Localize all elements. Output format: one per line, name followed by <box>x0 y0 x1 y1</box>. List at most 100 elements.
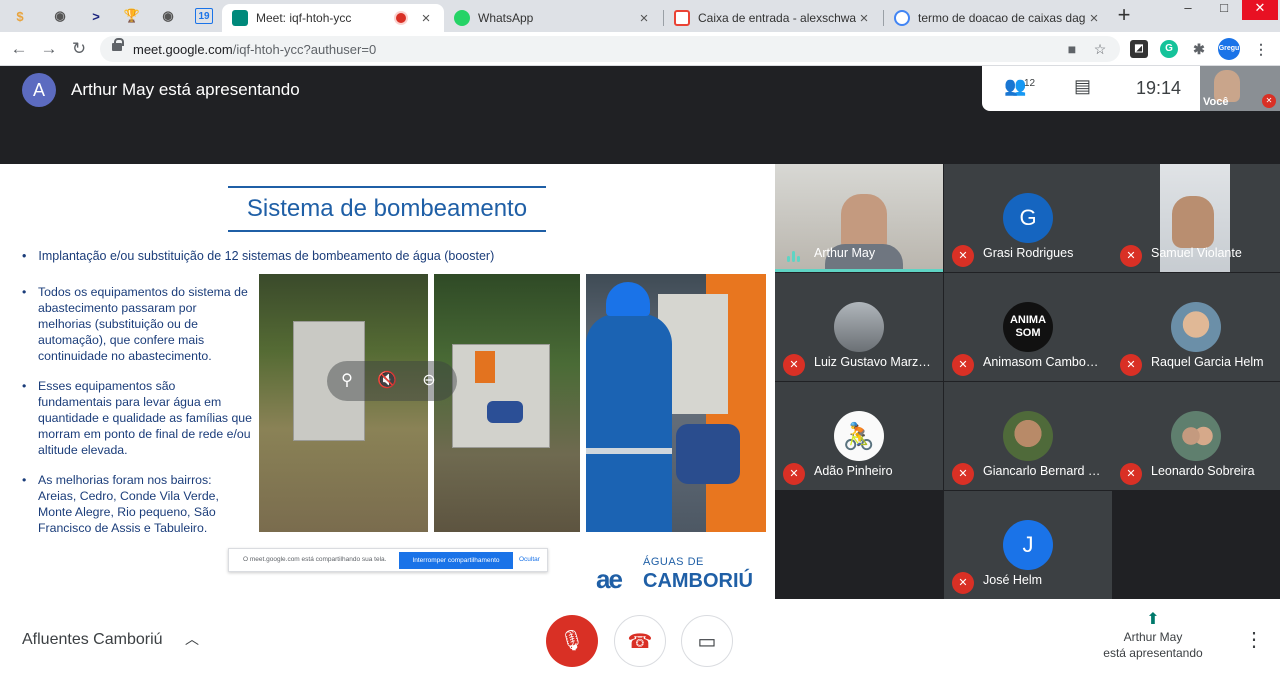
recording-indicator-icon <box>396 13 406 23</box>
camera-icon: ▭ <box>697 631 717 653</box>
participant-name: José Helm <box>983 573 1043 587</box>
participant-name: Giancarlo Bernard … <box>983 464 1101 478</box>
participant-avatar: J <box>1003 520 1053 570</box>
self-view[interactable]: Você ✕ <box>1200 66 1280 111</box>
minimize-button[interactable]: – <box>1170 0 1206 20</box>
bookmark-star-icon[interactable]: ☆ <box>1090 39 1110 59</box>
extensions-puzzle-icon[interactable]: ✱ <box>1190 40 1208 58</box>
close-icon[interactable]: × <box>1086 10 1102 27</box>
tab-gmail[interactable]: Caixa de entrada - alexschwabe × <box>664 4 882 32</box>
present-screen-icon: ⬆ <box>1146 611 1160 628</box>
more-options-icon[interactable]: ⋮ <box>1244 627 1264 652</box>
mic-off-icon: ✕ <box>1120 463 1142 485</box>
participant-tile[interactable]: ✕ Leonardo Sobreira <box>1112 382 1280 490</box>
leave-call-button[interactable]: ☎ <box>614 615 666 667</box>
participant-tile[interactable]: ✕ Luiz Gustavo Marz… <box>775 273 943 381</box>
lock-icon <box>112 38 124 51</box>
participant-grid: Arthur May G ✕ Grasi Rodrigues ✕ Samuel … <box>775 164 1280 599</box>
slide-lead-bullet: Implantação e/ou substituição de 12 sist… <box>22 249 494 263</box>
tab-title: Meet: iqf-htoh-ycc <box>256 11 352 25</box>
pinned-tab-calendar[interactable]: 19 <box>195 8 213 24</box>
mic-off-icon: ✕ <box>783 463 805 485</box>
participant-avatar: G <box>1003 193 1053 243</box>
pinned-tab-5[interactable]: ◉ <box>156 5 180 27</box>
gmail-icon <box>674 10 690 26</box>
self-label: Você <box>1203 96 1229 108</box>
participant-tile[interactable]: ANIMA SOM ✕ Animasom Cambo… <box>944 273 1112 381</box>
microphone-toggle-button[interactable]: 🎙 <box>546 615 598 667</box>
logo-mark: ae <box>596 564 623 594</box>
browser-menu-icon[interactable]: ⋮ <box>1252 40 1270 58</box>
grammarly-icon[interactable]: G <box>1160 40 1178 58</box>
pinned-tab-1[interactable]: $ <box>8 5 32 27</box>
participant-tile[interactable]: G ✕ Grasi Rodrigues <box>944 164 1112 272</box>
profile-avatar[interactable]: Gregu <box>1218 38 1240 60</box>
participant-tile[interactable]: ✕ Samuel Violante <box>1112 164 1280 272</box>
pinned-tab-4[interactable]: 🏆 <box>120 5 144 27</box>
participant-avatar <box>1003 411 1053 461</box>
hide-button[interactable]: Ocultar <box>519 556 540 563</box>
window-close-button[interactable]: ✕ <box>1242 0 1278 20</box>
presenter-avatar: A <box>22 73 56 107</box>
tab-meet[interactable]: Meet: iqf-htoh-ycc × <box>222 4 444 32</box>
participant-tile[interactable]: J ✕ José Helm <box>944 491 1112 599</box>
mute-audio-icon[interactable]: 🔇 <box>375 369 399 393</box>
mic-off-icon: ✕ <box>952 354 974 376</box>
pin-icon[interactable]: ⚲ <box>335 369 359 393</box>
slide-title: Sistema de bombeamento <box>228 186 546 232</box>
camera-in-use-icon[interactable]: ■ <box>1062 39 1082 59</box>
extension-icon[interactable]: ◩ <box>1130 40 1148 58</box>
reload-icon[interactable]: ↻ <box>68 38 90 60</box>
camera-toggle-button[interactable]: ▭ <box>681 615 733 667</box>
mic-off-icon: ✕ <box>783 354 805 376</box>
logo-name: CAMBORIÚ <box>643 570 753 592</box>
close-icon[interactable]: × <box>418 10 434 27</box>
participant-avatar <box>1171 302 1221 352</box>
speaking-indicator-icon <box>787 250 803 262</box>
mic-off-icon: ✕ <box>1120 245 1142 267</box>
meeting-name[interactable]: Afluentes Camboriú <box>22 631 163 649</box>
logo-subtitle: ÁGUAS DE <box>643 556 704 568</box>
hang-up-icon: ☎ <box>627 631 653 653</box>
participant-name: Leonardo Sobreira <box>1151 464 1255 478</box>
chat-icon[interactable]: ▤ <box>1074 76 1091 97</box>
participant-tile[interactable]: ✕ Giancarlo Bernard … <box>944 382 1112 490</box>
participant-avatar <box>834 302 884 352</box>
slide-bullet: As melhorias foram nos bairros: Areias, … <box>22 472 252 536</box>
mic-off-icon: 🎙 <box>559 630 585 652</box>
mic-off-icon: ✕ <box>952 245 974 267</box>
meeting-clock: 19:14 <box>1136 78 1182 98</box>
omnibox[interactable]: meet.google.com/iqf-htoh-ycc?authuser=0 … <box>100 36 1120 62</box>
participant-tile[interactable]: 🚴 ✕ Adão Pinheiro <box>775 382 943 490</box>
meeting-controls: Afluentes Camboriú ︿ 🎙 ☎ ▭ ⬆ Arthur May … <box>0 599 1280 682</box>
participant-tile[interactable]: ✕ Raquel Garcia Helm <box>1112 273 1280 381</box>
close-icon[interactable]: × <box>636 10 652 27</box>
participant-avatar: ANIMA SOM <box>1003 302 1053 352</box>
stop-sharing-button[interactable]: Interromper compartilhamento <box>399 552 513 569</box>
maximize-button[interactable]: □ <box>1206 0 1242 20</box>
present-now-button[interactable]: ⬆ Arthur May está apresentando <box>1096 609 1210 661</box>
slide-bullet: Esses equipamentos são fundamentais para… <box>22 378 252 458</box>
remove-icon[interactable]: ⊖ <box>417 369 441 393</box>
participant-name: Animasom Cambo… <box>983 355 1099 369</box>
forward-icon[interactable]: → <box>38 38 60 60</box>
tab-google-search[interactable]: termo de doacao de caixas dagua × <box>884 4 1112 32</box>
participant-tile[interactable]: Arthur May <box>775 164 943 272</box>
meeting-info-panel: 👥 12 ▤ 19:14 Você ✕ <box>982 66 1280 111</box>
whatsapp-icon <box>454 10 470 26</box>
close-icon[interactable]: × <box>856 10 872 27</box>
chevron-up-icon[interactable]: ︿ <box>185 629 199 649</box>
tab-title: Caixa de entrada - alexschwabe <box>698 11 856 25</box>
participant-name: Grasi Rodrigues <box>983 246 1074 260</box>
photo-cabinet-open <box>434 274 580 532</box>
photo-technician <box>586 274 766 532</box>
url-text[interactable]: meet.google.com/iqf-htoh-ycc?authuser=0 <box>133 42 376 57</box>
meet-header: A Arthur May está apresentando 👥 12 ▤ 19… <box>0 66 1280 164</box>
pinned-tab-2[interactable]: ◉ <box>48 5 72 27</box>
new-tab-button[interactable]: + <box>1114 4 1134 28</box>
presentation-hover-controls: ⚲ 🔇 ⊖ <box>327 361 457 401</box>
pinned-tab-3[interactable]: > <box>84 5 108 27</box>
participant-count: 12 <box>1024 78 1036 89</box>
back-icon[interactable]: ← <box>8 38 30 60</box>
tab-whatsapp[interactable]: WhatsApp × <box>444 4 662 32</box>
